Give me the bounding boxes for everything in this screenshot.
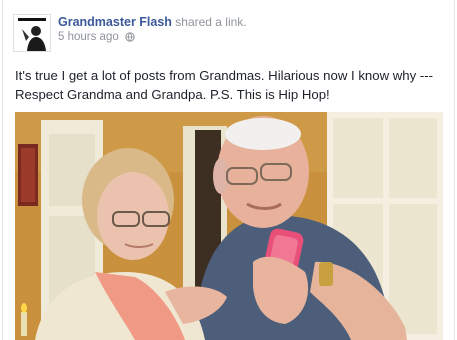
facebook-post: Grandmaster Flash shared a link. 5 hours… (0, 0, 457, 340)
post-timestamp[interactable]: 5 hours ago (58, 31, 119, 43)
post-action-text: shared a link. (171, 15, 247, 29)
author-name-link[interactable]: Grandmaster Flash (58, 15, 172, 29)
globe-icon[interactable] (125, 32, 135, 42)
post-header-line: Grandmaster Flash shared a link. (58, 15, 247, 29)
post-meta: 5 hours ago (58, 31, 135, 43)
post-message: It's true I get a lot of posts from Gran… (15, 68, 434, 102)
post-left-border (2, 0, 3, 340)
author-avatar[interactable] (13, 14, 51, 52)
post-right-border (454, 0, 455, 340)
avatar-image (14, 15, 50, 51)
photo-illustration (15, 112, 443, 340)
shared-link-photo[interactable] (15, 112, 443, 340)
